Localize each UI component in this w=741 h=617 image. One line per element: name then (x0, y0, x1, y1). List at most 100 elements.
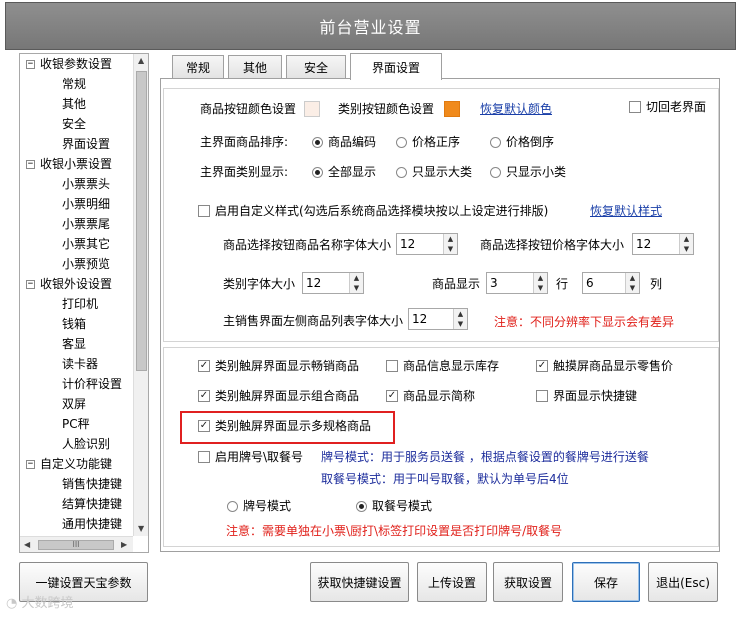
category-button-color-swatch[interactable] (444, 101, 460, 117)
spin-down-icon[interactable]: ▼ (680, 244, 693, 254)
restore-default-color-link[interactable]: 恢复默认颜色 (480, 101, 552, 117)
scroll-up-arrow-icon[interactable]: ▲ (138, 56, 144, 65)
tree-item[interactable]: 双屏 (62, 394, 86, 414)
tree-item[interactable]: 钱箱 (62, 314, 86, 334)
tree-item[interactable]: 其他 (62, 94, 86, 114)
tree-item[interactable]: 销售快捷键 (62, 474, 122, 494)
retail-price-checkbox[interactable]: ✓ (536, 360, 548, 372)
sort-option-price-asc: 价格正序 (412, 135, 461, 149)
button-label: 获取设置 (503, 575, 552, 590)
upload-settings-button[interactable]: 上传设置 (417, 562, 487, 602)
scroll-down-arrow-icon[interactable]: ▼ (138, 524, 144, 533)
bestseller-checkbox[interactable]: ✓ (198, 360, 210, 372)
tree-vertical-scrollbar[interactable]: ▲ ▼ (133, 54, 148, 536)
sort-radio-price-asc[interactable] (396, 137, 407, 148)
scroll-left-arrow-icon[interactable]: ◀ (24, 540, 30, 549)
tree-group[interactable]: − 收银外设设置 (26, 274, 112, 294)
restore-default-style-link[interactable]: 恢复默认样式 (590, 203, 662, 219)
tree-horizontal-scrollbar[interactable]: ◀ III ▶ (20, 536, 133, 552)
tree-group[interactable]: − 收银参数设置 (26, 54, 112, 74)
tree-item-label: 打印机 (62, 297, 99, 311)
tab-general[interactable]: 常规 (172, 55, 224, 79)
category-option-minor: 只显示小类 (506, 165, 567, 179)
tree-horizontal-scroll-thumb[interactable]: III (38, 540, 114, 550)
scroll-right-arrow-icon[interactable]: ▶ (121, 540, 127, 549)
short-name-checkbox[interactable]: ✓ (386, 390, 398, 402)
button-label: 获取快捷键设置 (317, 575, 402, 590)
collapse-icon[interactable]: − (26, 60, 35, 69)
category-radio-all[interactable] (312, 167, 323, 178)
settings-tree[interactable]: − 收银参数设置 常规 其他安全界面设置 − 收银小票设置 小票票头 小票明细 小票票尾 小票其它… (19, 53, 149, 553)
category-radio-major[interactable] (396, 167, 407, 178)
spin-up-icon[interactable]: ▲ (534, 273, 547, 283)
spin-down-icon[interactable]: ▼ (444, 244, 457, 254)
category-option-all: 全部显示 (328, 165, 377, 179)
tab-ui-settings[interactable]: 界面设置 (350, 53, 442, 80)
spin-down-icon[interactable]: ▼ (454, 319, 467, 329)
category-radio-minor[interactable] (490, 167, 501, 178)
show-stock-checkbox[interactable] (386, 360, 398, 372)
tree-item[interactable]: 客显 (62, 334, 86, 354)
price-font-value: 12 (636, 237, 652, 251)
tree-item[interactable]: 通用快捷键 (62, 514, 122, 534)
spin-up-icon[interactable]: ▲ (680, 234, 693, 244)
tree-item[interactable]: 计价秤设置 (62, 374, 122, 394)
spin-up-icon[interactable]: ▲ (454, 309, 467, 319)
tree-item[interactable]: PC秤 (62, 414, 90, 434)
multi-spec-checkbox[interactable]: ✓ (198, 420, 210, 432)
tree-item[interactable]: 安全 (62, 114, 86, 134)
tree-item-label: 安全 (62, 117, 87, 131)
get-shortcut-settings-button[interactable]: 获取快捷键设置 (310, 562, 409, 602)
tree-group[interactable]: − 自定义功能键 (26, 454, 112, 474)
price-font-stepper[interactable]: 12 ▲ ▼ (632, 233, 694, 255)
fetch-settings-button[interactable]: 获取设置 (493, 562, 563, 602)
spin-down-icon[interactable]: ▼ (626, 283, 639, 293)
tree-group[interactable]: − 收银小票设置 (26, 154, 112, 174)
tree-vertical-scroll-thumb[interactable] (136, 71, 147, 371)
grid-rows-stepper[interactable]: 3 ▲ ▼ (486, 272, 548, 294)
tree-item[interactable]: 结算快捷键 (62, 494, 122, 514)
tree-item[interactable]: 小票票尾 (62, 214, 110, 234)
sort-radio-price-desc[interactable] (490, 137, 501, 148)
sort-option-price-desc: 价格倒序 (506, 135, 555, 149)
plate-number-checkbox[interactable] (198, 451, 210, 463)
tree-item[interactable]: 小票预览 (62, 254, 110, 274)
name-font-stepper[interactable]: 12 ▲ ▼ (396, 233, 458, 255)
tree-item[interactable]: 读卡器 (62, 354, 98, 374)
tab-security[interactable]: 安全 (286, 55, 346, 79)
tab-other[interactable]: 其他 (228, 55, 282, 79)
collapse-icon[interactable]: − (26, 460, 35, 469)
tree-item[interactable]: 小票明细 (62, 194, 110, 214)
exit-button[interactable]: 退出(Esc) (648, 562, 718, 602)
custom-style-checkbox[interactable] (198, 205, 210, 217)
spin-down-icon[interactable]: ▼ (350, 283, 363, 293)
category-display-label: 主界面类别显示: (200, 165, 289, 179)
tree-item[interactable]: 界面设置 (62, 134, 110, 154)
grid-cols-stepper[interactable]: 6 ▲ ▼ (582, 272, 640, 294)
tree-item[interactable]: 小票其它 (62, 234, 110, 254)
tree-item[interactable]: 人脸识别 (62, 434, 110, 454)
combo-goods-checkbox[interactable]: ✓ (198, 390, 210, 402)
show-stock-label: 商品信息显示库存 (403, 359, 500, 373)
list-font-stepper[interactable]: 12 ▲ ▼ (408, 308, 468, 330)
pickup-mode-radio[interactable] (356, 501, 367, 512)
save-button[interactable]: 保存 (572, 562, 640, 602)
tab-label: 安全 (303, 61, 328, 75)
tree-item[interactable]: 小票票头 (62, 174, 110, 194)
old-ui-checkbox[interactable] (629, 101, 641, 113)
product-button-color-swatch[interactable] (304, 101, 320, 117)
spin-up-icon[interactable]: ▲ (444, 234, 457, 244)
sort-radio-code[interactable] (312, 137, 323, 148)
collapse-icon[interactable]: − (26, 280, 35, 289)
tree-item[interactable]: 常规 (62, 74, 86, 94)
plate-number-label: 启用牌号\取餐号 (215, 450, 304, 464)
spin-up-icon[interactable]: ▲ (626, 273, 639, 283)
spin-up-icon[interactable]: ▲ (350, 273, 363, 283)
tree-item-label: 结算快捷键 (62, 497, 123, 511)
show-shortcut-checkbox[interactable] (536, 390, 548, 402)
plate-mode-radio[interactable] (227, 501, 238, 512)
spin-down-icon[interactable]: ▼ (534, 283, 547, 293)
category-font-stepper[interactable]: 12 ▲ ▼ (302, 272, 364, 294)
collapse-icon[interactable]: − (26, 160, 35, 169)
tree-item[interactable]: 打印机 (62, 294, 98, 314)
